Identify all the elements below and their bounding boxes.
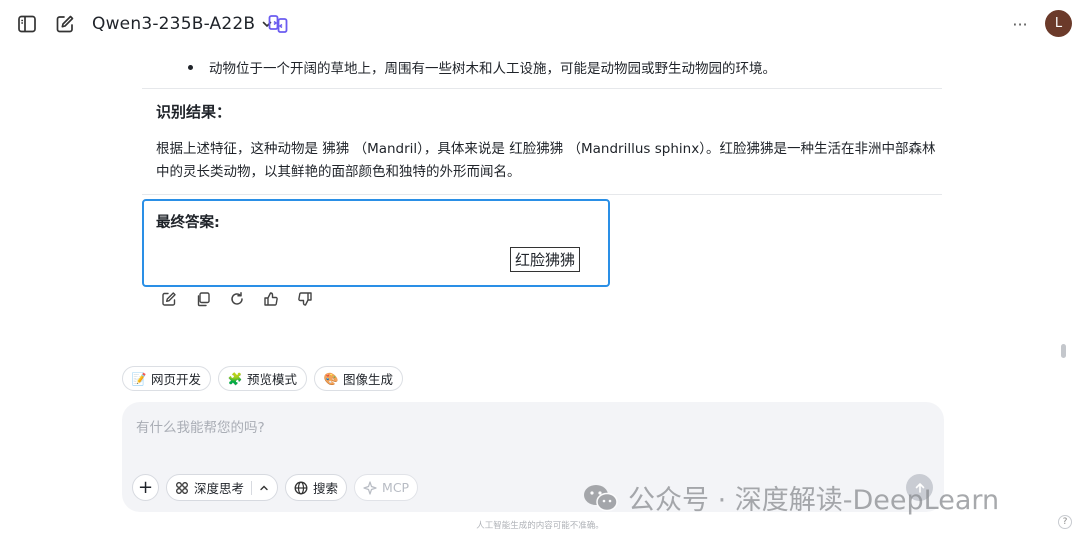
final-answer-box: 最终答案: 红脸狒狒 bbox=[142, 199, 610, 287]
model-name: Qwen3-235B-A22B bbox=[92, 14, 256, 34]
chip-image-generation[interactable]: 🎨 图像生成 bbox=[314, 366, 404, 391]
scrollbar-thumb[interactable] bbox=[1061, 344, 1066, 358]
thumbs-up-icon[interactable] bbox=[262, 290, 280, 308]
mcp-label: MCP bbox=[382, 480, 410, 495]
chip-label: 网页开发 bbox=[151, 372, 202, 387]
deep-think-toggle[interactable]: 深度思考 bbox=[166, 474, 279, 501]
message-actions bbox=[160, 290, 314, 308]
search-toggle[interactable]: 搜索 bbox=[285, 474, 348, 501]
model-selector[interactable]: Qwen3-235B-A22B bbox=[92, 11, 273, 37]
model-compare-icon[interactable] bbox=[266, 12, 290, 36]
result-paragraph: 根据上述特征，这种动物是 狒狒 （Mandril），具体来说是 红脸狒狒 （Ma… bbox=[156, 141, 936, 180]
divider bbox=[142, 194, 942, 195]
divider bbox=[142, 88, 942, 89]
chip-label: 图像生成 bbox=[343, 372, 394, 387]
chip-preview-mode[interactable]: 🧩 预览模式 bbox=[218, 366, 308, 391]
arrow-up-icon bbox=[915, 482, 924, 493]
sparkle-icon bbox=[363, 480, 377, 495]
composer-toolbar: + 深度思考 搜索 MCP bbox=[132, 474, 419, 501]
chip-label: 预览模式 bbox=[247, 372, 298, 387]
bullet-text: 动物位于一个开阔的草地上，周围有一些树木和人工设施，可能是动物园或野生动物园的环… bbox=[209, 61, 776, 77]
divider bbox=[251, 480, 253, 495]
ai-disclaimer: 人工智能生成的内容可能不准确。 bbox=[476, 521, 604, 531]
deep-think-label: 深度思考 bbox=[194, 481, 245, 496]
chevron-up-icon[interactable] bbox=[259, 483, 269, 493]
chip-web-dev[interactable]: 📝 网页开发 bbox=[122, 366, 212, 391]
mcp-toggle[interactable]: MCP bbox=[354, 474, 419, 501]
palette-icon: 🎨 bbox=[323, 371, 339, 386]
atom-icon bbox=[176, 481, 188, 494]
final-answer-value: 红脸狒狒 bbox=[510, 247, 581, 272]
globe-icon bbox=[294, 481, 308, 494]
refresh-icon[interactable] bbox=[228, 290, 246, 308]
avatar[interactable]: L bbox=[1045, 10, 1072, 37]
sidebar-toggle-icon[interactable] bbox=[16, 13, 38, 35]
puzzle-icon: 🧩 bbox=[227, 371, 243, 386]
copy-icon[interactable] bbox=[194, 290, 212, 308]
top-bar: Qwen3-235B-A22B ··· L bbox=[0, 0, 1080, 50]
message-composer: + 深度思考 搜索 MCP bbox=[122, 402, 944, 512]
thumbs-down-icon[interactable] bbox=[296, 290, 314, 308]
list-item: 动物位于一个开阔的草地上，周围有一些树木和人工设施，可能是动物园或野生动物园的环… bbox=[188, 57, 776, 77]
final-answer-heading: 最终答案: bbox=[156, 215, 220, 231]
result-heading: 识别结果： bbox=[156, 103, 232, 121]
edit-icon[interactable] bbox=[160, 290, 178, 308]
help-button[interactable]: ? bbox=[1058, 515, 1072, 529]
bullet-icon bbox=[188, 64, 193, 70]
more-options-icon[interactable]: ··· bbox=[1010, 14, 1030, 34]
message-input[interactable] bbox=[136, 416, 916, 440]
suggestion-chips: 📝 网页开发 🧩 预览模式 🎨 图像生成 bbox=[122, 366, 404, 391]
memo-icon: 📝 bbox=[131, 371, 147, 386]
new-chat-icon[interactable] bbox=[54, 13, 76, 35]
send-button[interactable] bbox=[906, 474, 933, 501]
add-attachment-button[interactable]: + bbox=[132, 474, 159, 501]
search-label: 搜索 bbox=[313, 481, 339, 496]
